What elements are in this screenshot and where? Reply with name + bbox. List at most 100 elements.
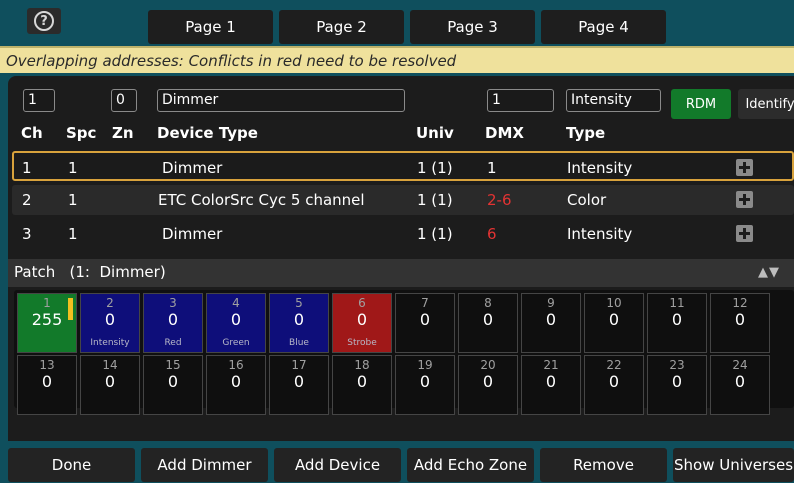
help-button[interactable]: ? xyxy=(27,8,61,34)
header-zn[interactable]: Zn xyxy=(112,124,134,142)
address-tile[interactable]: 22 0 xyxy=(584,355,644,415)
address-tile[interactable]: 24 0 xyxy=(710,355,770,415)
row-dmx-conflict: 6 xyxy=(487,225,497,243)
address-number: 21 xyxy=(543,358,559,372)
address-level: 0 xyxy=(671,372,683,391)
show-universes-button[interactable]: Show Universes xyxy=(673,448,794,482)
remove-button[interactable]: Remove xyxy=(540,448,667,482)
address-level: 0 xyxy=(671,310,683,329)
address-number: 23 xyxy=(669,358,685,372)
address-grid: 1 255 2 0 Intensity 3 0 Red 4 0 Green 5 0 Blue 6 0 Strob… xyxy=(14,290,794,415)
address-level: 0 xyxy=(356,372,368,391)
page-4-button[interactable]: Page 4 xyxy=(541,10,666,44)
row-device: Dimmer xyxy=(162,159,223,177)
type-filter-field[interactable]: Intensity xyxy=(566,89,661,112)
header-dmx[interactable]: DMX xyxy=(485,124,524,142)
address-tile[interactable]: 13 0 xyxy=(17,355,77,415)
address-tile[interactable]: 3 0 Red xyxy=(143,293,203,353)
address-tile[interactable]: 80 xyxy=(458,293,518,353)
page-3-button[interactable]: Page 3 xyxy=(410,10,535,44)
device-type-filter-field[interactable]: Dimmer xyxy=(157,89,405,112)
address-tile[interactable]: 14 0 xyxy=(80,355,140,415)
plus-icon[interactable] xyxy=(736,225,753,242)
address-tile[interactable]: 16 0 xyxy=(206,355,266,415)
address-tile[interactable]: 21 0 xyxy=(521,355,581,415)
header-univ[interactable]: Univ xyxy=(416,124,454,142)
address-tile[interactable]: 20 0 xyxy=(458,355,518,415)
address-level: 0 xyxy=(293,372,305,391)
bottom-toolbar: Done Add Dimmer Add Device Add Echo Zone… xyxy=(0,441,794,483)
done-button[interactable]: Done xyxy=(8,448,135,482)
plus-icon[interactable] xyxy=(736,191,753,208)
row-ch: 1 xyxy=(22,159,32,177)
address-tile[interactable]: 15 0 xyxy=(143,355,203,415)
address-number: 6 xyxy=(358,296,366,310)
address-tile[interactable]: 23 0 xyxy=(647,355,707,415)
expand-collapse-arrows-icon[interactable]: ▲▼ xyxy=(758,265,780,280)
zn-filter-field[interactable]: 0 xyxy=(111,89,137,112)
add-dimmer-button[interactable]: Add Dimmer xyxy=(141,448,268,482)
address-tile[interactable]: 11 0 xyxy=(647,293,707,353)
address-param-label: Blue xyxy=(289,338,309,348)
address-tile[interactable]: 6 0 Strobe xyxy=(332,293,392,353)
rdm-button[interactable]: RDM xyxy=(671,89,731,119)
question-circle-icon: ? xyxy=(34,11,54,31)
address-level: 0 xyxy=(356,310,368,329)
address-tile[interactable]: 70 xyxy=(395,293,455,353)
address-tile[interactable]: 17 0 xyxy=(269,355,329,415)
address-tile[interactable]: 2 0 Intensity xyxy=(80,293,140,353)
address-number: 3 xyxy=(169,296,177,310)
table-row[interactable]: 2 1 ETC ColorSrc Cyc 5 channel 1 (1) 2-6… xyxy=(12,185,794,215)
patch-title: Patch (1: Dimmer) xyxy=(14,263,166,281)
address-level: 0 xyxy=(482,372,494,391)
level-indicator xyxy=(68,298,73,320)
address-tile[interactable]: 12 0 xyxy=(710,293,770,353)
address-number: 2 xyxy=(106,296,114,310)
address-number: 11 xyxy=(669,296,685,310)
header-type[interactable]: Type xyxy=(566,124,605,142)
top-bar: ? Page 1 Page 2 Page 3 Page 4 xyxy=(0,0,794,46)
address-tile[interactable]: 10 0 xyxy=(584,293,644,353)
address-tile[interactable]: 18 0 xyxy=(332,355,392,415)
header-device-type[interactable]: Device Type xyxy=(157,124,258,142)
address-param-label: Red xyxy=(164,338,182,348)
header-ch[interactable]: Ch xyxy=(21,124,43,142)
header-spc[interactable]: Spc xyxy=(66,124,96,142)
row-univ: 1 (1) xyxy=(417,191,453,209)
address-param-label: Strobe xyxy=(347,338,377,348)
row-dmx-conflict: 2-6 xyxy=(487,191,512,209)
row-spc: 1 xyxy=(68,225,78,243)
plus-icon[interactable] xyxy=(736,159,753,176)
page-1-button[interactable]: Page 1 xyxy=(148,10,273,44)
address-number: 19 xyxy=(417,358,433,372)
patch-header: Patch (1: Dimmer) ▲▼ xyxy=(8,259,794,287)
row-device: ETC ColorSrc Cyc 5 channel xyxy=(158,191,365,209)
table-row[interactable]: 1 1 Dimmer 1 (1) 1 Intensity xyxy=(12,151,794,181)
address-level: 0 xyxy=(293,310,305,329)
row-univ: 1 (1) xyxy=(417,159,453,177)
address-number: 17 xyxy=(291,358,307,372)
identify-button[interactable]: Identify xyxy=(738,89,794,119)
patch-panel: 1 0 Dimmer 1 Intensity RDM Identify Ch S… xyxy=(8,76,794,441)
row-device: Dimmer xyxy=(162,225,223,243)
ch-filter-field[interactable]: 1 xyxy=(23,89,55,112)
address-tile[interactable]: 4 0 Green xyxy=(206,293,266,353)
row-type: Intensity xyxy=(567,225,633,243)
dmx-filter-field[interactable]: 1 xyxy=(487,89,554,112)
page-2-button[interactable]: Page 2 xyxy=(279,10,404,44)
address-number: 13 xyxy=(39,358,55,372)
address-level: 0 xyxy=(608,372,620,391)
address-number: 20 xyxy=(480,358,496,372)
row-spc: 1 xyxy=(68,191,78,209)
table-row[interactable]: 3 1 Dimmer 1 (1) 6 Intensity xyxy=(12,219,794,249)
address-tile[interactable]: 1 255 xyxy=(17,293,77,353)
add-device-button[interactable]: Add Device xyxy=(274,448,401,482)
address-tile[interactable]: 5 0 Blue xyxy=(269,293,329,353)
address-number: 14 xyxy=(102,358,118,372)
row-dmx: 1 xyxy=(487,159,497,177)
add-echo-zone-button[interactable]: Add Echo Zone xyxy=(407,448,534,482)
address-level: 0 xyxy=(419,310,431,329)
address-tile[interactable]: 19 0 xyxy=(395,355,455,415)
address-tile[interactable]: 90 xyxy=(521,293,581,353)
row-ch: 3 xyxy=(22,225,32,243)
